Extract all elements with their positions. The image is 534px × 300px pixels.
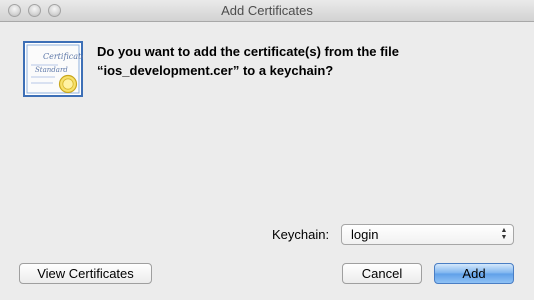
title-bar: Add Certificates — [0, 0, 534, 22]
add-certificates-window: Add Certificates Certificate Standard Do… — [0, 0, 534, 300]
certificate-icon-text-1: Certificate — [43, 52, 83, 61]
keychain-selected-value: login — [351, 227, 379, 242]
keychain-select[interactable]: login ▲ ▼ — [341, 224, 514, 245]
certificate-icon: Certificate Standard — [23, 41, 83, 97]
certificate-icon-text-2: Standard — [35, 66, 68, 74]
view-certificates-button[interactable]: View Certificates — [19, 263, 152, 284]
certificate-question: Do you want to add the certificate(s) fr… — [97, 42, 517, 80]
keychain-label: Keychain: — [272, 227, 330, 242]
window-title: Add Certificates — [221, 3, 313, 18]
question-line-2: “ios_development.cer” to a keychain? — [97, 63, 334, 78]
select-arrows-icon: ▲ ▼ — [500, 227, 508, 241]
cancel-button[interactable]: Cancel — [342, 263, 422, 284]
question-line-1: Do you want to add the certificate(s) fr… — [97, 44, 399, 59]
add-button[interactable]: Add — [434, 263, 514, 284]
